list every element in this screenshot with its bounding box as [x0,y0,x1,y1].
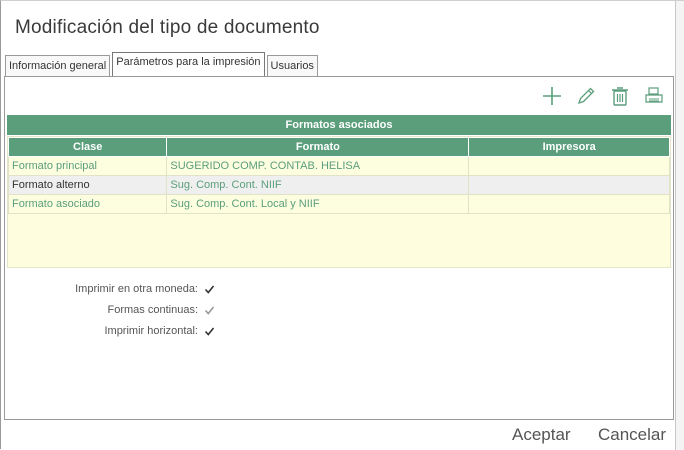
print-icon[interactable] [643,85,665,107]
option-horizontal: Imprimir horizontal: [5,325,215,337]
delete-trash-icon[interactable] [609,85,631,107]
grid-toolbar [541,85,665,107]
tab-panel: Formatos asociados Clase Formato Impreso… [4,76,674,420]
accept-button[interactable]: Aceptar [512,425,571,445]
edit-pencil-icon[interactable] [575,85,597,107]
add-icon[interactable] [541,85,563,107]
cell-clase[interactable]: Formato principal [7,156,168,176]
checkbox-horizontal[interactable] [204,326,215,337]
cell-clase[interactable]: Formato alterno [7,175,168,195]
checkbox-formas-continuas[interactable] [204,305,215,316]
tab-parametros-impresion[interactable]: Parámetros para la impresión [112,52,265,77]
tab-informacion-general[interactable]: Información general [5,55,111,77]
cell-formato[interactable]: SUGERIDO COMP. CONTAB. HELISA [166,156,470,176]
option-otra-moneda: Imprimir en otra moneda: [5,283,215,295]
cell-impresora[interactable] [468,156,670,176]
checkbox-otra-moneda[interactable] [204,284,215,295]
cancel-button[interactable]: Cancelar [598,425,666,445]
window-edge [675,1,684,450]
tab-usuarios[interactable]: Usuarios [266,55,318,77]
column-header-clase[interactable]: Clase [7,137,168,157]
table-row[interactable]: Formato asociado Sug. Comp. Cont. Local … [7,194,670,214]
column-header-impresora[interactable]: Impresora [468,137,670,157]
option-label: Formas continuas: [107,304,198,316]
document-type-dialog: Modificación del tipo de documento Infor… [0,0,684,450]
option-label: Imprimir horizontal: [104,325,198,337]
cell-formato[interactable]: Sug. Comp. Cont. NIIF [166,175,470,195]
option-formas-continuas: Formas continuas: [5,304,215,316]
cell-clase[interactable]: Formato asociado [7,194,168,214]
dialog-title: Modificación del tipo de documento [15,17,320,38]
table-row[interactable]: Formato alterno Sug. Comp. Cont. NIIF [7,175,670,195]
tab-bar: Información general Parámetros para la i… [5,52,318,77]
table-row[interactable]: Formato principal SUGERIDO COMP. CONTAB.… [7,156,670,176]
formats-grid: Clase Formato Impresora Formato principa… [7,136,671,268]
option-label: Imprimir en otra moneda: [75,283,198,295]
cell-formato[interactable]: Sug. Comp. Cont. Local y NIIF [166,194,470,214]
cell-impresora[interactable] [468,194,670,214]
cell-impresora[interactable] [468,175,670,195]
column-header-formato[interactable]: Formato [166,137,470,157]
grid-title: Formatos asociados [7,115,671,135]
